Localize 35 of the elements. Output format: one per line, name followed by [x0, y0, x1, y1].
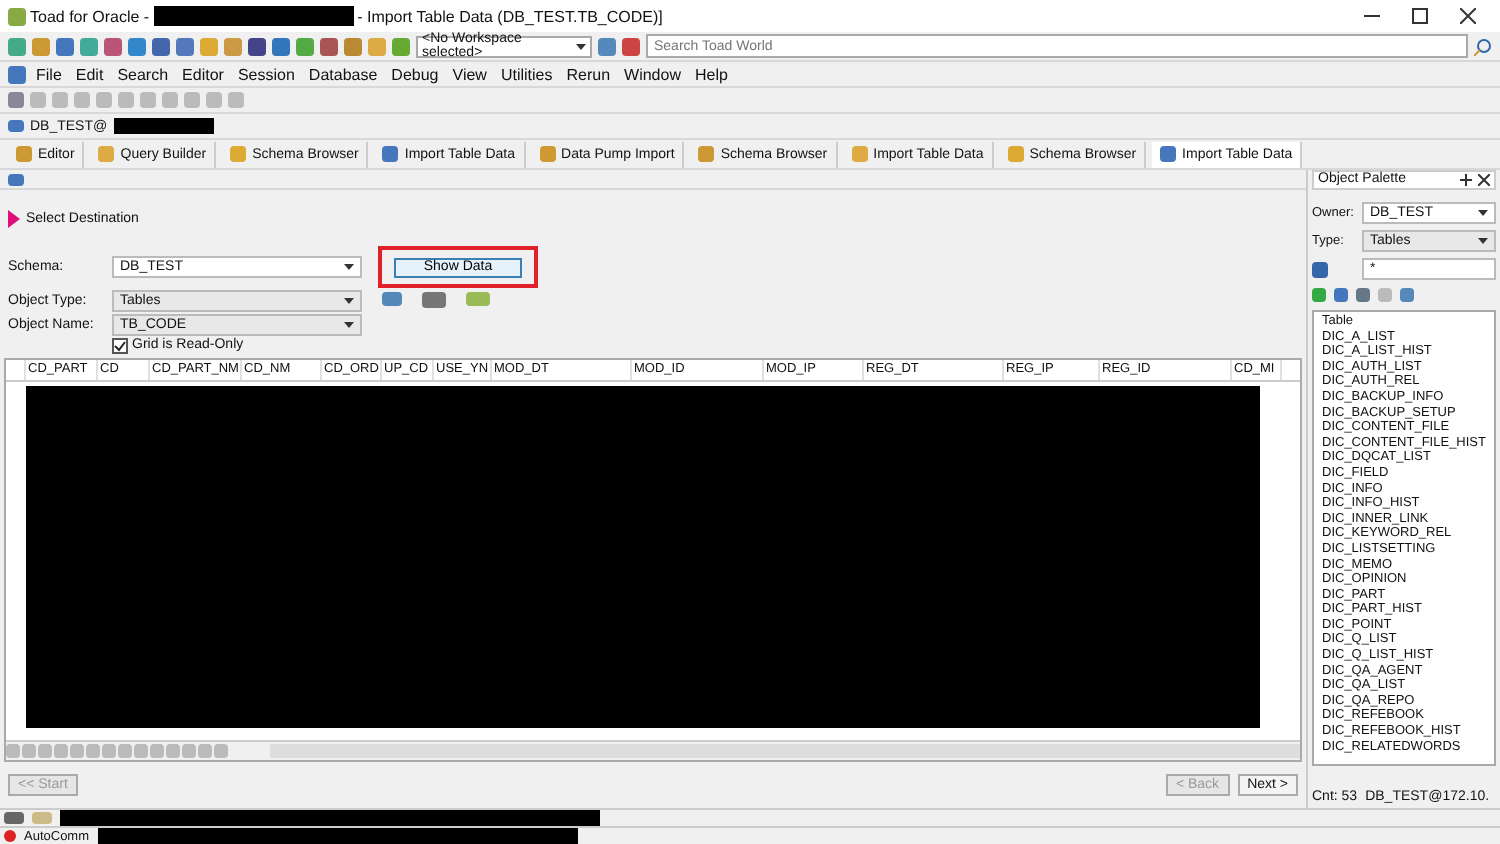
menu-item[interactable]: Rerun [562, 65, 615, 83]
menu-item[interactable]: Help [690, 65, 732, 83]
menu-item[interactable]: View [448, 65, 491, 83]
menu-item[interactable]: Search [113, 65, 173, 83]
redaction-block [113, 118, 214, 134]
window-title: Toad for Oracle - [30, 7, 150, 25]
dropdown-arrow-icon[interactable] [576, 43, 586, 49]
connection-icon [8, 120, 24, 132]
window-title: - Import Table Data (DB_TEST.TB_CODE)] [357, 7, 663, 25]
menu-item[interactable]: Database [304, 65, 382, 83]
menu-item[interactable]: Utilities [496, 65, 557, 83]
dropdown-arrow-icon[interactable] [344, 297, 354, 303]
menu-item[interactable]: File [32, 65, 66, 83]
menu-item[interactable]: Editor [178, 65, 228, 83]
toolbar-icon[interactable] [8, 173, 24, 185]
autocommit-icon [4, 830, 16, 842]
scrollbar[interactable] [270, 744, 1300, 758]
maximize-icon[interactable] [1412, 8, 1428, 24]
dropdown-arrow-icon[interactable] [1478, 238, 1488, 244]
pin-icon[interactable] [1460, 174, 1472, 186]
dropdown-arrow-icon[interactable] [344, 263, 354, 270]
read-only-checkbox[interactable] [112, 337, 128, 353]
filter-icon[interactable] [1312, 261, 1328, 277]
close-icon[interactable] [1460, 8, 1476, 24]
menu-item[interactable]: Edit [71, 65, 108, 83]
menu-item[interactable]: Window [620, 65, 685, 83]
app-logo-icon [8, 7, 26, 25]
search-icon[interactable] [1474, 37, 1492, 55]
dropdown-arrow-icon[interactable] [344, 321, 354, 327]
menu-item[interactable]: Debug [387, 65, 443, 83]
step-arrow-icon [8, 209, 20, 227]
dropdown-arrow-icon[interactable] [1478, 210, 1488, 216]
close-icon[interactable] [1478, 174, 1490, 186]
menu-item[interactable]: Session [233, 65, 299, 83]
app-menu-icon[interactable] [8, 65, 26, 83]
